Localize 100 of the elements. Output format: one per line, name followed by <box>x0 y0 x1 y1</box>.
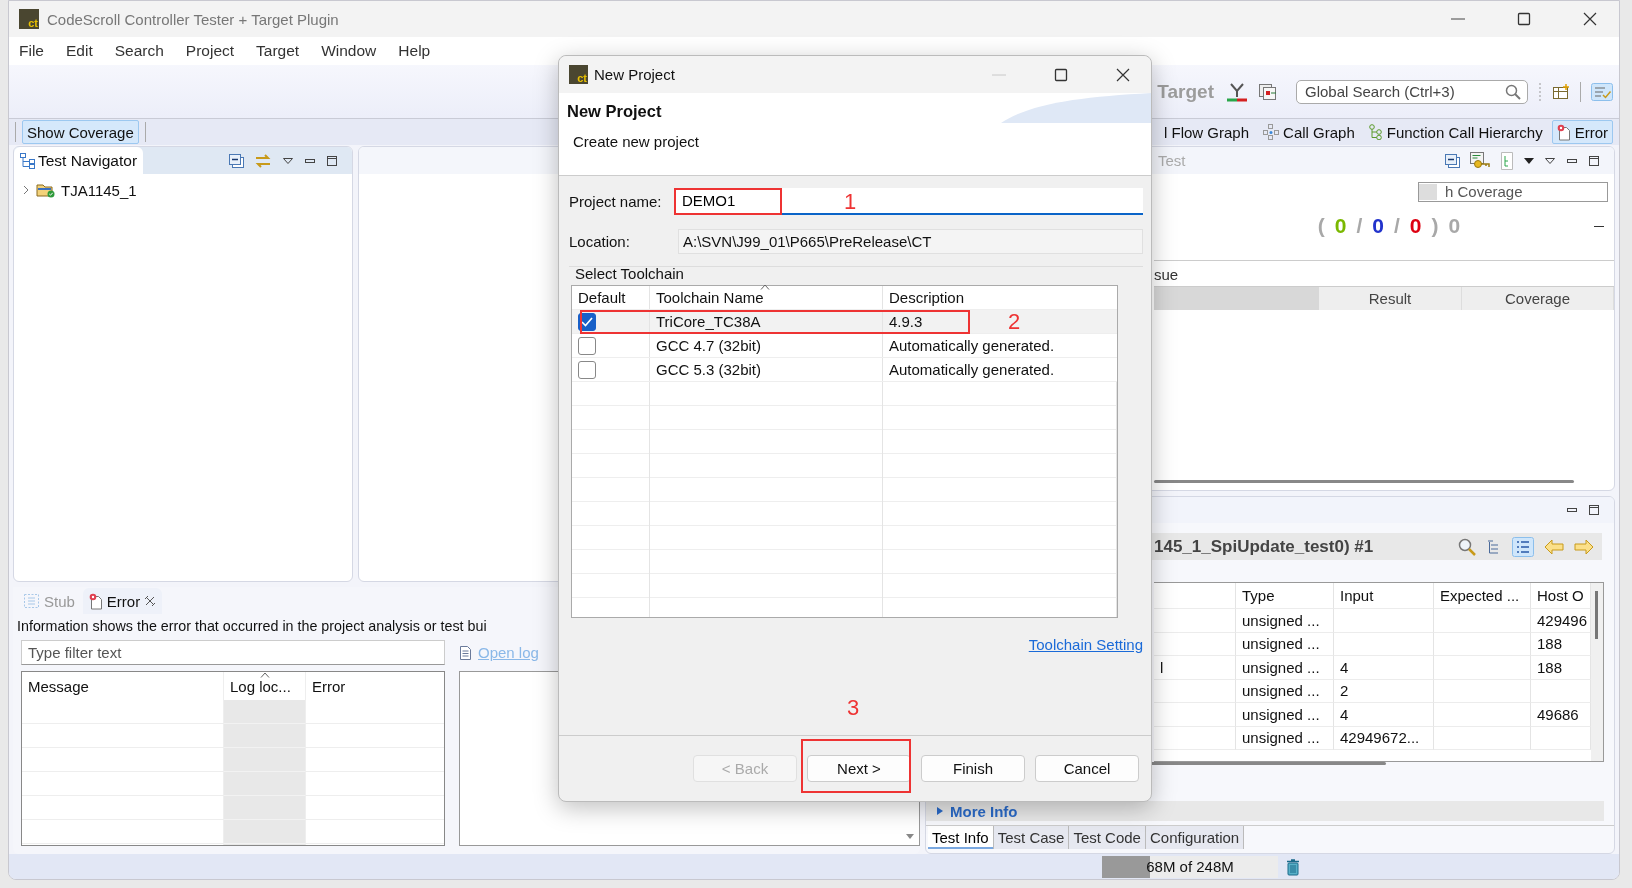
menu-item[interactable]: Search <box>114 42 164 60</box>
more-info-toggle[interactable]: More Info <box>926 801 1604 821</box>
windows-icon[interactable] <box>1258 82 1278 101</box>
hierarchy-icon <box>1368 124 1383 140</box>
global-search-field[interactable]: Global Search (Ctrl+3) <box>1296 79 1528 104</box>
menu-item[interactable]: Help <box>398 42 431 60</box>
maximize-icon[interactable] <box>1588 154 1600 167</box>
scroll-arrow-icon[interactable] <box>905 833 915 841</box>
table-cell: 2 <box>1334 679 1434 703</box>
merge-icon[interactable] <box>1226 81 1248 102</box>
toolchain-setting-link[interactable]: Toolchain Setting <box>1028 636 1143 653</box>
tab[interactable]: Test Case <box>993 826 1070 849</box>
menu-item[interactable]: File <box>19 42 44 60</box>
search-icon[interactable] <box>1458 537 1476 556</box>
tree-icon <box>20 152 36 169</box>
column-header[interactable]: Default <box>572 286 650 309</box>
table-cell-text: Automatically generated. <box>888 360 1056 380</box>
scrollbar[interactable] <box>1591 583 1603 761</box>
table-row[interactable]: GCC 4.7 (32bit) Automatically generated. <box>572 334 1117 358</box>
group-label: Select Toolchain <box>574 265 685 284</box>
info-text: Information shows the error that occurred in the project analysis or test bui <box>16 617 488 636</box>
trash-icon[interactable] <box>1286 857 1300 876</box>
column-header[interactable]: Coverage <box>1462 287 1614 310</box>
view-menu-icon[interactable] <box>282 155 294 166</box>
column-header[interactable]: Host O <box>1531 583 1591 609</box>
field-label: Project name: <box>569 192 663 210</box>
dialog-heading: New Project <box>567 102 662 121</box>
checklist-icon[interactable] <box>1591 82 1613 101</box>
view-tab[interactable]: Test Navigator <box>14 147 144 174</box>
dialog-subtitle: Create new project <box>572 132 700 150</box>
close-icon[interactable] <box>144 595 157 607</box>
perspective-button[interactable]: l Flow Graph <box>1159 120 1255 144</box>
maximize-icon[interactable] <box>326 154 338 167</box>
table-cell: 4 <box>1334 703 1434 727</box>
table-cell: unsigned ... <box>1236 726 1334 750</box>
coverage-count: ( <box>1317 214 1325 238</box>
heap-label: 68M of 248M <box>1146 858 1234 875</box>
more-info-label: More Info <box>950 802 1018 820</box>
field-label: Location: <box>569 232 631 250</box>
coverage-count: 0 <box>1334 214 1347 238</box>
table-add-icon[interactable] <box>1552 83 1570 100</box>
table-cell-text: Automatically generated. <box>888 336 1056 356</box>
close-icon <box>1583 12 1597 26</box>
column-header[interactable]: Toolchain Name <box>650 286 883 309</box>
column-header[interactable]: Result <box>1319 287 1462 310</box>
filter-field[interactable]: Type filter text <box>21 640 445 665</box>
column-header[interactable]: Error <box>306 672 444 700</box>
collapse-all-icon[interactable] <box>1445 153 1460 168</box>
tree-item[interactable]: TJA1145_1 <box>22 180 344 200</box>
dialog-button[interactable]: Next > <box>807 755 911 782</box>
menu-item[interactable]: Project <box>185 42 235 60</box>
table-cell: unsigned ... <box>1236 656 1334 680</box>
dialog-button[interactable]: Finish <box>921 755 1025 782</box>
menu-item[interactable]: Target <box>256 42 300 60</box>
perspective-button[interactable]: Call Graph <box>1258 120 1360 144</box>
perspective-button[interactable]: Function Call Hierarchy <box>1363 120 1548 144</box>
graph-icon <box>1263 124 1280 140</box>
maximize-icon[interactable] <box>1588 504 1600 516</box>
column-header[interactable]: Description <box>883 286 971 309</box>
table-cell: 49686 <box>1531 703 1591 727</box>
coverage-count: ) <box>1431 214 1439 238</box>
annotation-number: 3 <box>847 697 860 719</box>
scrollbar[interactable] <box>1154 480 1574 483</box>
table-row[interactable]: TriCore_TC38A 4.9.3 2 <box>572 310 1117 334</box>
key-icon[interactable] <box>1470 151 1490 170</box>
coverage-dropdown[interactable]: h Coverage <box>1418 182 1608 202</box>
menu-item[interactable]: Edit <box>66 42 93 60</box>
column-header[interactable]: Expected ... <box>1434 583 1531 609</box>
table-cell: 429496 <box>1531 609 1591 633</box>
view-tab[interactable]: Error <box>82 588 163 614</box>
coverage-count: / <box>1394 214 1400 238</box>
document-icon <box>459 644 472 661</box>
tab[interactable]: Test Code <box>1069 826 1146 849</box>
app-logo: ct <box>569 65 588 84</box>
dropdown-icon[interactable] <box>1524 156 1534 165</box>
app-logo: ct <box>19 9 39 29</box>
coverage-count: 0 <box>1448 214 1461 238</box>
tab[interactable]: Test Info <box>928 826 994 849</box>
table-cell: unsigned ... <box>1236 609 1334 633</box>
perspective-button[interactable]: Error <box>1551 120 1613 144</box>
location-field[interactable]: A:\SVN\J99_01\P665\PreRelease\CT <box>678 228 1143 254</box>
dialog-button[interactable]: Cancel <box>1035 755 1139 782</box>
column-header[interactable]: Input <box>1334 583 1434 609</box>
table-cell: 42949672... <box>1334 726 1434 750</box>
sort-caret-icon <box>760 284 770 290</box>
chevron-icon[interactable] <box>22 185 30 195</box>
tab[interactable]: Configuration <box>1145 826 1245 849</box>
list-view-icon[interactable] <box>1512 536 1534 557</box>
show-coverage-button[interactable]: Show Coverage <box>22 120 139 144</box>
collapse-all-icon[interactable] <box>229 153 244 168</box>
menu-item[interactable]: Window <box>321 42 377 60</box>
table-cell: l <box>1154 656 1236 680</box>
expand-triangle-icon <box>936 806 944 816</box>
column-header[interactable]: Type <box>1236 583 1334 609</box>
minus-icon[interactable] <box>1594 225 1604 227</box>
view-menu-icon[interactable] <box>1544 155 1556 166</box>
grip-icon <box>1538 80 1542 103</box>
checkbox[interactable] <box>578 360 596 379</box>
checkbox[interactable] <box>578 336 596 355</box>
annotation-number: 2 <box>1008 311 1021 333</box>
